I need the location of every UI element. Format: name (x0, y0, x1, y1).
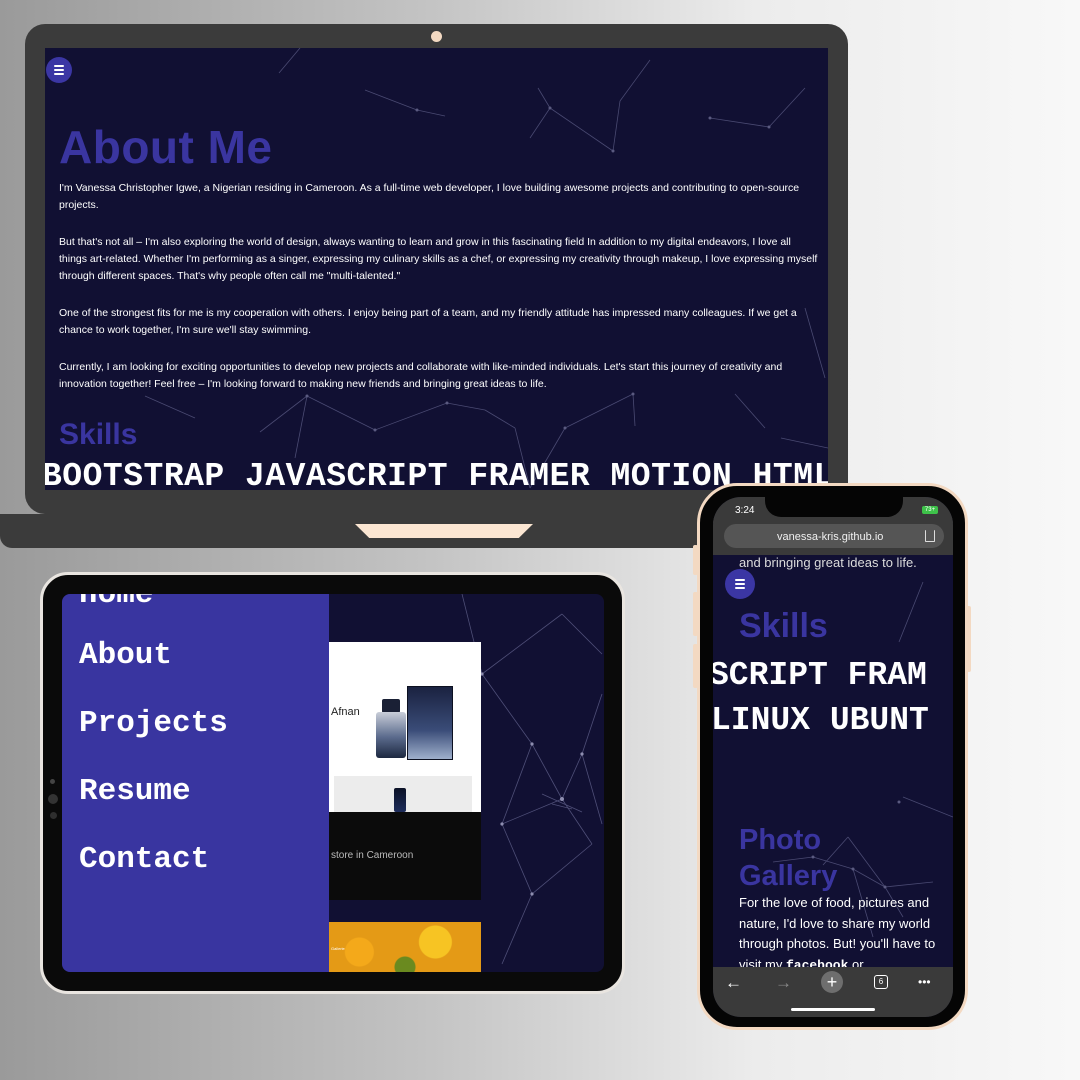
nav-menu-panel: Home About Projects Resume Contact (62, 594, 329, 972)
tablet-sensor (50, 812, 57, 819)
tablet-screen: Home About Projects Resume Contact Afnan… (62, 594, 604, 972)
preview-store-text: store in Cameroon (331, 850, 414, 861)
phone-notch (765, 497, 903, 517)
menu-button[interactable] (46, 57, 72, 83)
skills-marquee: SCRIPT FRAM (713, 657, 927, 694)
nav-item-about[interactable]: About (79, 638, 172, 673)
nav-item-resume[interactable]: Resume (79, 774, 191, 809)
hamburger-icon (54, 65, 64, 67)
preview-dark-section: store in Cameroon (329, 812, 481, 900)
skills-heading: Skills (59, 418, 138, 451)
nav-item-home[interactable]: Home (79, 594, 153, 612)
menu-button[interactable] (725, 569, 755, 599)
project-preview-gallery[interactable]: Gallerie (329, 922, 481, 972)
preview-nav-bar (329, 650, 481, 656)
perfume-bottle-image (394, 788, 406, 812)
page-title: About Me (59, 121, 273, 173)
about-paragraph: I'm Vanessa Christopher Igwe, a Nigerian… (59, 182, 800, 211)
tab-count-button[interactable]: 6 (874, 975, 888, 989)
gallery-paragraph: For the love of food, pictures and natur… (739, 895, 936, 973)
phone-screen: 3:24 73+ vanessa-kris.github.io and brin… (713, 497, 953, 1017)
battery-icon: 73+ (922, 506, 938, 514)
more-icon[interactable]: ••• (918, 975, 931, 989)
back-button[interactable]: ← (725, 973, 742, 993)
skills-heading: Skills (739, 607, 828, 645)
about-paragraph: Currently, I am looking for exciting opp… (59, 361, 783, 390)
url-text[interactable]: vanessa-kris.github.io (777, 531, 883, 543)
hamburger-icon (735, 579, 745, 581)
perfume-box-image (407, 686, 453, 760)
tablet-sensor (50, 779, 55, 784)
perfume-bottle-image (376, 712, 406, 758)
skills-marquee: BOOTSTRAP JAVASCRIPT FRAMER MOTION HTML … (45, 458, 828, 490)
share-icon[interactable] (925, 530, 935, 542)
tablet-camera (48, 794, 58, 804)
about-paragraph: One of the strongest fits for me is my c… (59, 307, 797, 336)
laptop-notch (355, 524, 533, 538)
status-time: 3:24 (735, 505, 755, 516)
laptop-screen: About Me I'm Vanessa Christopher Igwe, a… (45, 48, 828, 490)
nav-item-projects[interactable]: Projects (79, 706, 228, 741)
skills-marquee: LINUX UBUNT (713, 702, 929, 739)
new-tab-button[interactable]: + (821, 971, 843, 993)
project-preview-store[interactable]: Afnan (329, 642, 481, 812)
preview-brand: Afnan (331, 706, 360, 718)
preview-gallery-text: Gallerie (331, 946, 345, 951)
home-indicator (791, 1008, 875, 1011)
forward-button[interactable]: → (775, 973, 792, 993)
gallery-heading: Photo Gallery (739, 824, 838, 892)
laptop-camera (431, 31, 442, 42)
previous-paragraph-end: and bringing great ideas to life. (739, 555, 917, 570)
nav-item-contact[interactable]: Contact (79, 842, 209, 877)
perfume-cap-image (382, 699, 400, 713)
about-paragraph: But that's not all – I'm also exploring … (59, 236, 818, 282)
